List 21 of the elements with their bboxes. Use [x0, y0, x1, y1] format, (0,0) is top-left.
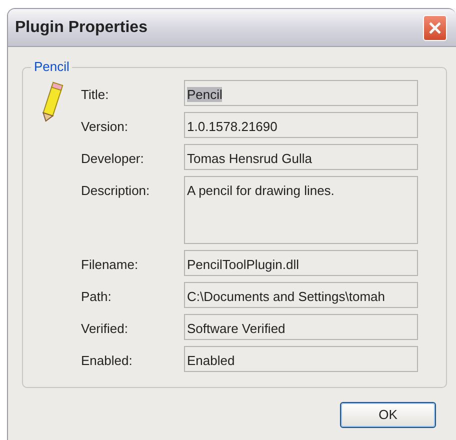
field-label: Filename: [81, 256, 140, 274]
field-label: Description: [81, 182, 151, 200]
text-field[interactable]: Software Verified [184, 314, 418, 340]
field-label: Verified: [81, 320, 129, 338]
window-title: Plugin Properties [15, 18, 148, 38]
close-button[interactable] [423, 14, 447, 40]
field-label: Version: [81, 118, 129, 136]
field-label: Title: [81, 86, 110, 104]
text-field[interactable]: A pencil for drawing lines. [184, 176, 418, 244]
text-field[interactable]: 1.0.1578.21690 [184, 112, 418, 138]
text-field[interactable]: Enabled [184, 346, 418, 372]
field-label: Path: [81, 288, 112, 306]
field-label: Developer: [81, 150, 145, 168]
ok-button[interactable]: OK [340, 402, 436, 428]
field-label: Enabled: [81, 352, 134, 370]
text-field[interactable]: C:\Documents and Settings\tomah [184, 282, 418, 308]
pencil-icon [40, 81, 64, 123]
text-field[interactable]: Tomas Hensrud Gulla [184, 144, 418, 170]
close-icon [428, 20, 442, 34]
text-field[interactable]: Pencil [184, 80, 418, 106]
text-field[interactable]: PencilToolPlugin.dll [184, 250, 418, 276]
